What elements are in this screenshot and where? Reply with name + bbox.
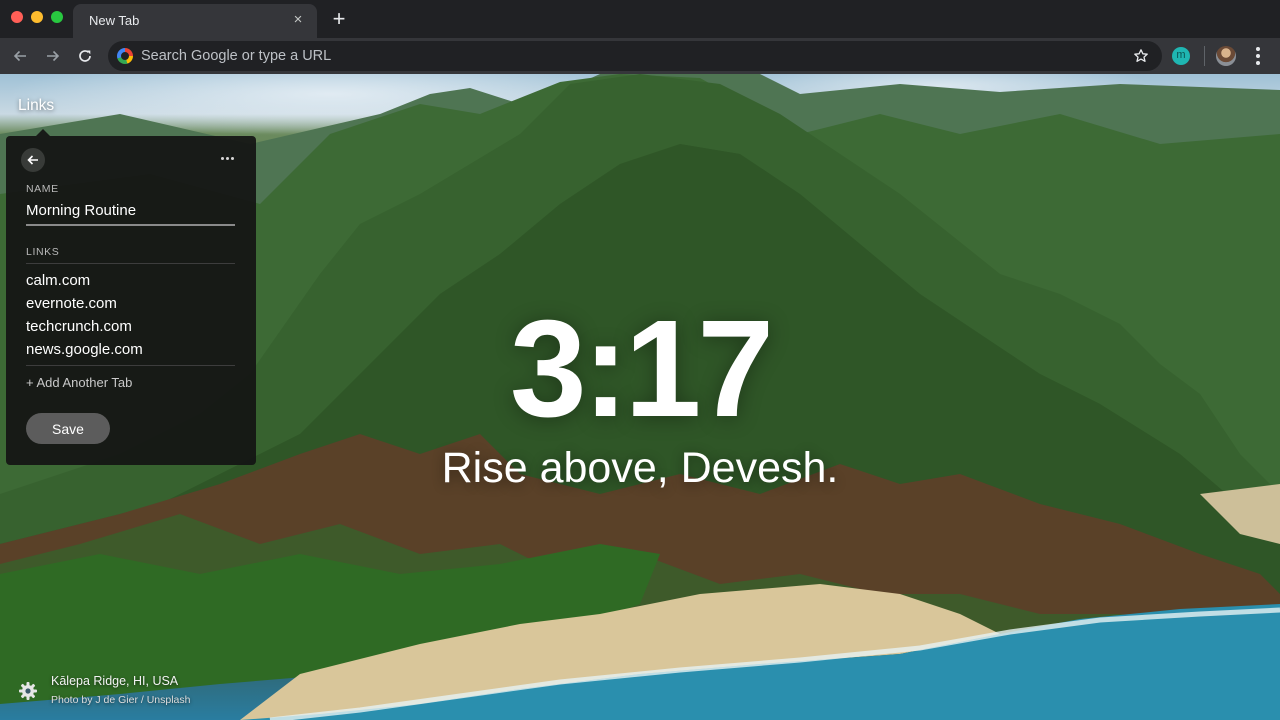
section-divider <box>26 263 235 264</box>
google-icon <box>117 48 133 64</box>
new-tab-button[interactable]: + <box>326 6 352 32</box>
browser-toolbar: m <box>0 38 1280 74</box>
links-section-label: LINKS <box>26 246 60 258</box>
photo-location[interactable]: Kālepa Ridge, HI, USA <box>51 674 178 688</box>
momentum-extension-icon[interactable]: m <box>1172 47 1190 65</box>
tab-title: New Tab <box>89 13 140 28</box>
back-button[interactable] <box>7 43 33 69</box>
tab-close-icon[interactable]: × <box>289 11 307 29</box>
maximize-window-button[interactable] <box>51 11 63 23</box>
background-photo: Links NAME LINKS calm.com evernote.com t… <box>0 74 1280 720</box>
arrow-right-icon <box>47 50 60 62</box>
minimize-window-button[interactable] <box>31 11 43 23</box>
name-field[interactable] <box>26 200 235 226</box>
photo-credit[interactable]: Photo by J de Gier / Unsplash <box>51 694 191 706</box>
arrow-left-icon <box>13 50 26 62</box>
links-toggle[interactable]: Links <box>18 97 54 115</box>
tab-strip: New Tab × + <box>0 0 1280 38</box>
active-tab[interactable]: New Tab × <box>73 4 317 38</box>
link-item[interactable]: calm.com <box>26 272 90 289</box>
forward-button[interactable] <box>40 43 66 69</box>
greeting: Rise above, Devesh. <box>441 444 839 492</box>
kebab-menu-icon[interactable] <box>1250 46 1266 66</box>
more-options-icon[interactable] <box>220 152 236 164</box>
omnibox[interactable] <box>108 41 1162 71</box>
reload-icon <box>79 50 91 62</box>
star-icon <box>1134 49 1148 62</box>
reload-button[interactable] <box>72 43 98 69</box>
close-window-button[interactable] <box>11 11 23 23</box>
toolbar-divider <box>1204 46 1205 66</box>
gear-icon[interactable] <box>18 681 38 701</box>
omnibox-input[interactable] <box>141 47 1101 65</box>
bookmark-button[interactable] <box>1130 45 1152 67</box>
back-button[interactable] <box>21 148 45 172</box>
arrow-left-icon <box>27 155 38 165</box>
name-section-label: NAME <box>26 183 59 195</box>
clock: 3:17 <box>509 292 774 446</box>
profile-avatar[interactable] <box>1216 46 1236 66</box>
